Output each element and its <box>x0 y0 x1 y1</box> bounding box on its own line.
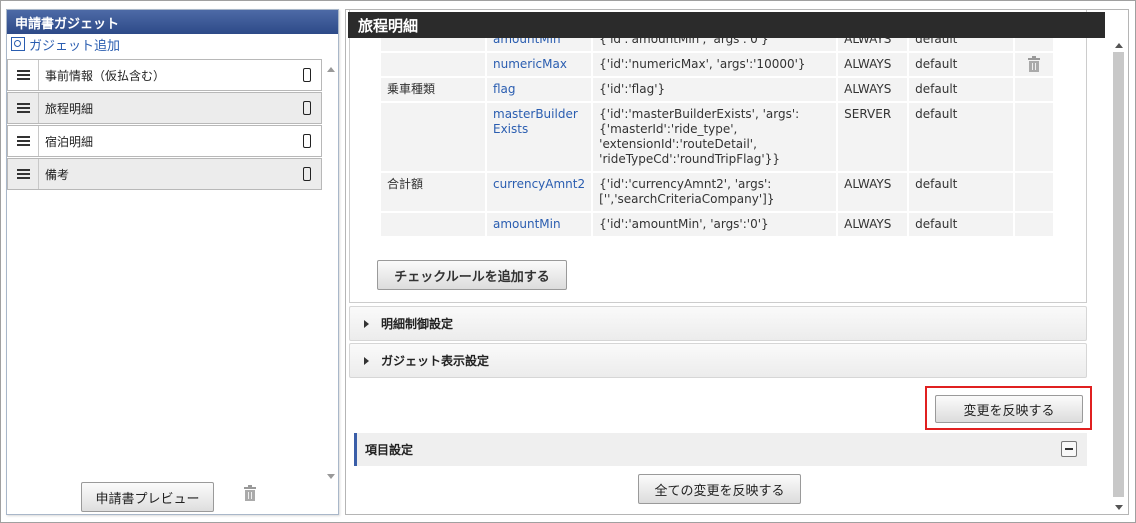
rule-name-link[interactable]: currencyAmnt2 <box>487 173 592 211</box>
mobile-icon[interactable] <box>303 134 311 148</box>
drag-handle[interactable] <box>8 93 39 123</box>
rule-message-cell: default <box>909 173 1014 211</box>
rule-config-cell: {'id':'masterBuilderExists', 'args': {'m… <box>593 103 837 171</box>
gadget-item-lodging[interactable]: 宿泊明細 <box>7 125 322 157</box>
mobile-icon[interactable] <box>303 167 311 181</box>
gadget-list-scrollbar[interactable] <box>324 59 338 479</box>
preview-button[interactable]: 申請書プレビュー <box>81 482 214 512</box>
drag-handle[interactable] <box>8 126 39 156</box>
list-icon <box>16 103 30 113</box>
section-label: ガジェット表示設定 <box>381 354 490 368</box>
detail-scrollbar[interactable] <box>1110 38 1128 514</box>
panel-title: 旅程明細 <box>348 12 1105 38</box>
scroll-down-icon[interactable] <box>1115 505 1123 510</box>
rule-action-cell <box>1015 213 1054 236</box>
apply-changes-button[interactable]: 変更を反映する <box>935 395 1083 423</box>
add-check-rule-button[interactable]: チェックルールを追加する <box>377 260 567 290</box>
gadget-panel: 申請書ガジェット ガジェット追加 事前情報（仮払含む） 旅程明細 宿泊明細 備考… <box>6 9 339 515</box>
rule-item-cell <box>381 103 485 171</box>
rule-action-cell <box>1015 53 1054 76</box>
item-settings-header: 項目設定 <box>354 433 1087 466</box>
rule-action-cell <box>1015 103 1054 171</box>
scroll-up-icon[interactable] <box>1115 43 1123 48</box>
gadget-item-label: 備考 <box>45 167 70 182</box>
gadget-item-label: 宿泊明細 <box>45 134 94 149</box>
table-row: masterBuilderExists {'id':'masterBuilder… <box>381 103 1054 171</box>
caret-right-icon <box>364 356 369 365</box>
rule-timing-cell: ALWAYS <box>838 78 908 101</box>
rule-name-link[interactable]: masterBuilderExists <box>487 103 592 171</box>
rule-name-link[interactable]: amountMin <box>487 213 592 236</box>
scroll-up-icon[interactable] <box>327 67 335 72</box>
gadget-item-itinerary[interactable]: 旅程明細 <box>7 92 322 124</box>
check-rules-table: amountMin {'id':'amountMin', 'args':'0'}… <box>379 26 1055 238</box>
apply-all-changes-button[interactable]: 全ての変更を反映する <box>638 474 801 504</box>
gadget-display-section[interactable]: ガジェット表示設定 <box>349 343 1087 378</box>
table-row: 合計額 currencyAmnt2 {'id':'currencyAmnt2',… <box>381 173 1054 211</box>
caret-right-icon <box>364 319 369 328</box>
mobile-icon[interactable] <box>303 68 311 82</box>
rule-item-cell <box>381 53 485 76</box>
rule-config-cell: {'id':'currencyAmnt2', 'args': ['','sear… <box>593 173 837 211</box>
rule-name-link[interactable]: numericMax <box>487 53 592 76</box>
rule-timing-cell: ALWAYS <box>838 213 908 236</box>
rule-action-cell <box>1015 173 1054 211</box>
detail-content: amountMin {'id':'amountMin', 'args':'0'}… <box>349 10 1092 514</box>
gadget-item-label: 旅程明細 <box>45 101 94 116</box>
rule-name-link[interactable]: flag <box>487 78 592 101</box>
trash-icon[interactable] <box>1028 56 1041 72</box>
rule-message-cell: default <box>909 78 1014 101</box>
table-row: amountMin {'id':'amountMin', 'args':'0'}… <box>381 213 1054 236</box>
rule-message-cell: default <box>909 103 1014 171</box>
gadget-panel-title: 申請書ガジェット <box>7 10 338 34</box>
list-icon <box>16 70 30 80</box>
rule-item-cell: 合計額 <box>381 173 485 211</box>
rule-config-cell: {'id':'numericMax', 'args':'10000'} <box>593 53 837 76</box>
detail-control-section[interactable]: 明細制御設定 <box>349 306 1087 341</box>
rule-item-cell <box>381 213 485 236</box>
rule-config-cell: {'id':'amountMin', 'args':'0'} <box>593 213 837 236</box>
add-gadget-label: ガジェット追加 <box>29 38 121 54</box>
apply-button-highlight: 変更を反映する <box>925 386 1092 430</box>
drag-handle[interactable] <box>8 159 39 189</box>
rule-timing-cell: ALWAYS <box>838 173 908 211</box>
itinerary-detail-panel: amountMin {'id':'amountMin', 'args':'0'}… <box>345 9 1129 515</box>
rule-item-cell: 乗車種類 <box>381 78 485 101</box>
gadget-item-pre-info[interactable]: 事前情報（仮払含む） <box>7 59 322 91</box>
rule-timing-cell: SERVER <box>838 103 908 171</box>
rule-message-cell: default <box>909 53 1014 76</box>
rule-action-cell <box>1015 78 1054 101</box>
gadget-item-remarks[interactable]: 備考 <box>7 158 322 190</box>
gadget-item-label: 事前情報（仮払含む） <box>45 68 166 83</box>
search-icon <box>11 37 25 51</box>
mobile-icon[interactable] <box>303 101 311 115</box>
rule-timing-cell: ALWAYS <box>838 53 908 76</box>
item-settings-label: 項目設定 <box>365 443 414 457</box>
check-rules-box: amountMin {'id':'amountMin', 'args':'0'}… <box>349 10 1087 303</box>
list-icon <box>16 169 30 179</box>
add-gadget-link[interactable]: ガジェット追加 <box>7 34 338 54</box>
table-row: numericMax {'id':'numericMax', 'args':'1… <box>381 53 1054 76</box>
scroll-thumb[interactable] <box>1113 52 1124 497</box>
table-row: 乗車種類 flag {'id':'flag'} ALWAYS default <box>381 78 1054 101</box>
collapse-icon[interactable] <box>1061 441 1077 457</box>
drag-handle[interactable] <box>8 60 39 90</box>
gadget-list: 事前情報（仮払含む） 旅程明細 宿泊明細 備考 <box>7 59 322 191</box>
scroll-down-icon[interactable] <box>327 474 335 479</box>
section-label: 明細制御設定 <box>381 317 454 331</box>
trash-icon[interactable] <box>244 485 256 501</box>
rule-message-cell: default <box>909 213 1014 236</box>
list-icon <box>16 136 30 146</box>
rule-config-cell: {'id':'flag'} <box>593 78 837 101</box>
